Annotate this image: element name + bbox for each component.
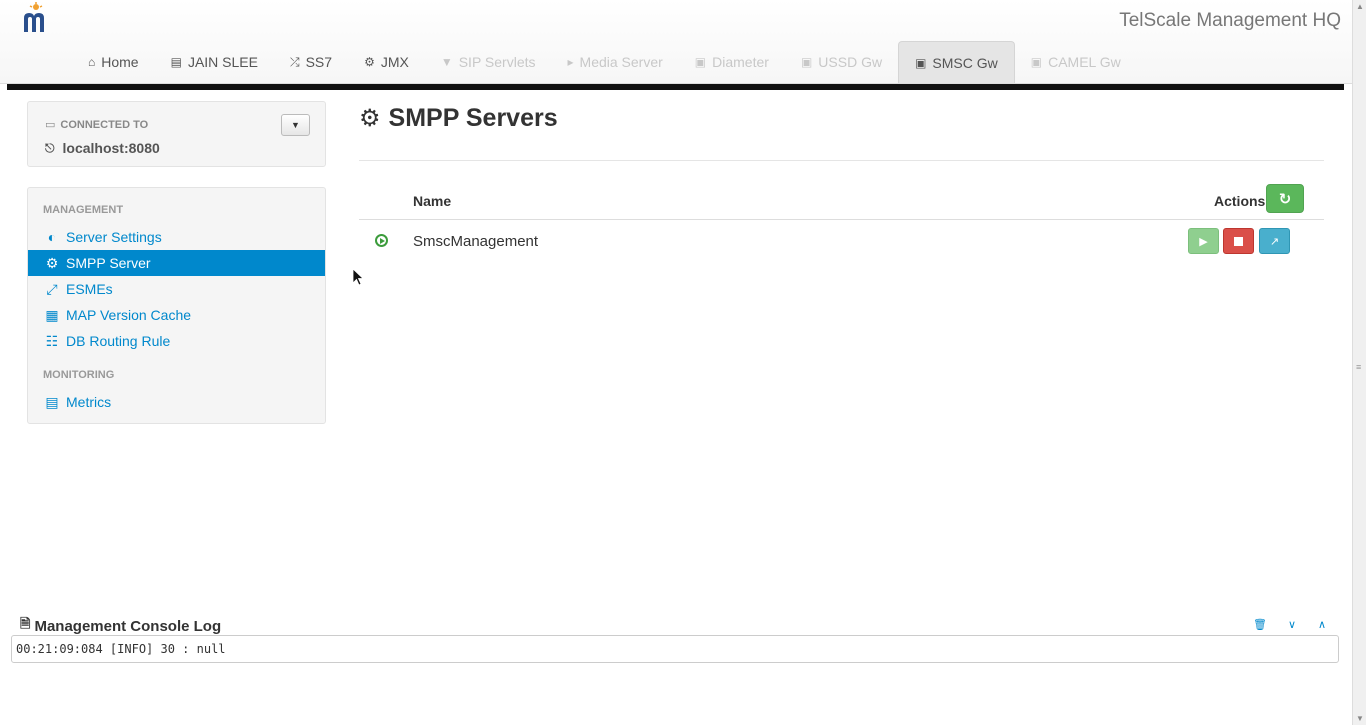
main-nav: ⌂ Home ▤ JAIN SLEE ⤮ SS7 ⚙ JMX ▼ SIP Ser… bbox=[72, 41, 1137, 84]
status-running-icon bbox=[375, 234, 388, 247]
scroll-down-icon[interactable]: ▼ bbox=[1356, 714, 1364, 723]
sidebar-item-smpp-server[interactable]: ⚙ SMPP Server bbox=[28, 250, 325, 276]
page-scrollbar[interactable]: ▲ ≡ ▼ bbox=[1352, 0, 1366, 725]
tab-label: Diameter bbox=[712, 54, 769, 70]
start-button[interactable]: ▶ bbox=[1188, 228, 1219, 254]
log-line: 00:21:09:084 [INFO] 30 : null bbox=[16, 642, 226, 656]
sidebar-item-label: DB Routing Rule bbox=[66, 333, 171, 349]
title-divider bbox=[359, 160, 1324, 161]
briefcase-icon: ▣ bbox=[915, 55, 927, 70]
header-divider-bar bbox=[7, 84, 1344, 90]
connection-host: ⎋ localhost:8080 bbox=[45, 140, 160, 156]
unlock-icon: ⎋ bbox=[45, 140, 55, 155]
shuffle-icon: ⤮ bbox=[289, 54, 300, 69]
briefcase-icon: ▣ bbox=[800, 55, 813, 69]
tab-jain-slee[interactable]: ▤ JAIN SLEE bbox=[155, 41, 274, 83]
sidebar-item-label: SMPP Server bbox=[66, 255, 151, 271]
server-icon: ▤ bbox=[170, 55, 182, 69]
open-external-button[interactable]: ↗ bbox=[1259, 228, 1290, 254]
table-icon: ▦ bbox=[45, 306, 59, 323]
sidebar-item-label: MAP Version Cache bbox=[66, 307, 192, 323]
cogs-icon: ⚙ bbox=[359, 105, 381, 132]
tab-label: USSD Gw bbox=[818, 54, 883, 70]
connection-panel: ▭ CONNECTED TO ⎋ localhost:8080 ▼ bbox=[27, 101, 326, 167]
sidebar-menu: MANAGEMENT ◐ Server Settings ⚙ SMPP Serv… bbox=[27, 187, 326, 424]
stop-button[interactable] bbox=[1223, 228, 1254, 254]
tab-media-server[interactable]: ▸ Media Server bbox=[552, 41, 679, 83]
menu-header-management: MANAGEMENT bbox=[43, 204, 124, 216]
volume-icon: ▸ bbox=[567, 55, 574, 69]
trash-icon[interactable]: 🗑 bbox=[1253, 618, 1267, 631]
tab-smsc-gw[interactable]: ▣ SMSC Gw bbox=[898, 41, 1015, 83]
chevron-double-down-icon[interactable]: ∨ bbox=[1288, 618, 1296, 631]
tab-camel-gw[interactable]: ▣ CAMEL Gw bbox=[1015, 41, 1137, 83]
logo-icon[interactable] bbox=[20, 2, 52, 34]
gear-icon: ⚙ bbox=[364, 55, 375, 69]
play-icon: ▶ bbox=[1199, 235, 1208, 248]
scroll-grip-icon[interactable]: ≡ bbox=[1356, 362, 1361, 372]
tab-label: CAMEL Gw bbox=[1048, 54, 1121, 70]
monitor-icon: ▭ bbox=[45, 119, 56, 131]
sidebar-item-label: Metrics bbox=[66, 394, 112, 410]
sidebar-item-map-version-cache[interactable]: ▦ MAP Version Cache bbox=[28, 302, 325, 328]
connection-label-text: CONNECTED TO bbox=[60, 118, 149, 131]
table-row-name[interactable]: SmscManagement bbox=[413, 233, 538, 250]
tab-label: Home bbox=[101, 54, 139, 70]
connection-host-text: localhost:8080 bbox=[62, 140, 160, 156]
tab-diameter[interactable]: ▣ Diameter bbox=[679, 41, 785, 83]
column-header-actions: Actions bbox=[1214, 193, 1266, 209]
cogs-icon: ⚙ bbox=[45, 254, 59, 271]
sidebar-item-label: ESMEs bbox=[66, 281, 113, 297]
mouse-cursor-icon bbox=[352, 268, 364, 286]
file-icon: 🗎 bbox=[20, 616, 31, 631]
table-header-divider bbox=[359, 219, 1324, 220]
caret-down-icon: ▼ bbox=[291, 120, 300, 130]
log-output[interactable]: 00:21:09:084 [INFO] 30 : null bbox=[11, 635, 1339, 663]
tab-label: JMX bbox=[380, 54, 409, 70]
sitemap-icon: ☷ bbox=[45, 332, 59, 349]
sidebar-item-server-settings[interactable]: ◐ Server Settings bbox=[28, 224, 325, 250]
compress-icon: ⤢ bbox=[46, 280, 58, 297]
sidebar-item-db-routing-rule[interactable]: ☷ DB Routing Rule bbox=[28, 328, 325, 354]
refresh-button[interactable]: ↻ bbox=[1266, 184, 1304, 213]
home-icon: ⌂ bbox=[88, 55, 96, 69]
briefcase-icon: ▣ bbox=[694, 55, 707, 69]
bar-chart-icon: ▤ bbox=[45, 393, 59, 410]
connection-label: ▭ CONNECTED TO bbox=[45, 118, 149, 132]
tab-sip-servlets[interactable]: ▼ SIP Servlets bbox=[425, 41, 552, 83]
sidebar-item-label: Server Settings bbox=[66, 229, 162, 245]
sidebar-item-esmes[interactable]: ⤢ ESMEs bbox=[28, 276, 325, 302]
app-title: TelScale Management HQ bbox=[1119, 10, 1341, 31]
refresh-icon: ↻ bbox=[1278, 190, 1292, 208]
tab-ussd-gw[interactable]: ▣ USSD Gw bbox=[785, 41, 898, 83]
top-header: TelScale Management HQ ⌂ Home ▤ JAIN SLE… bbox=[0, 0, 1352, 84]
sidebar-item-metrics[interactable]: ▤ Metrics bbox=[28, 389, 325, 415]
tab-label: JAIN SLEE bbox=[187, 54, 258, 70]
external-link-icon: ↗ bbox=[1269, 235, 1280, 248]
tab-jmx[interactable]: ⚙ JMX bbox=[348, 41, 425, 83]
connection-dropdown-button[interactable]: ▼ bbox=[281, 114, 310, 136]
filter-icon: ▼ bbox=[440, 55, 453, 69]
log-title-text: Management Console Log bbox=[34, 617, 222, 635]
tab-label: SS7 bbox=[305, 54, 333, 70]
tab-ss7[interactable]: ⤮ SS7 bbox=[274, 41, 348, 83]
scroll-up-icon[interactable]: ▲ bbox=[1356, 2, 1364, 11]
chevron-double-up-icon[interactable]: ∧ bbox=[1318, 618, 1326, 631]
page-title: ⚙ SMPP Servers bbox=[359, 104, 558, 133]
tab-label: SIP Servlets bbox=[458, 54, 536, 70]
tab-home[interactable]: ⌂ Home bbox=[72, 41, 155, 83]
dashboard-icon: ◐ bbox=[47, 229, 57, 245]
page-title-text: SMPP Servers bbox=[388, 104, 558, 132]
briefcase-icon: ▣ bbox=[1030, 55, 1043, 69]
column-header-name: Name bbox=[413, 193, 452, 209]
stop-icon bbox=[1234, 236, 1243, 246]
log-title: 🗎 Management Console Log bbox=[20, 615, 221, 637]
tab-label: Media Server bbox=[579, 54, 663, 70]
menu-header-monitoring: MONITORING bbox=[43, 369, 115, 381]
tab-label: SMSC Gw bbox=[932, 54, 998, 71]
